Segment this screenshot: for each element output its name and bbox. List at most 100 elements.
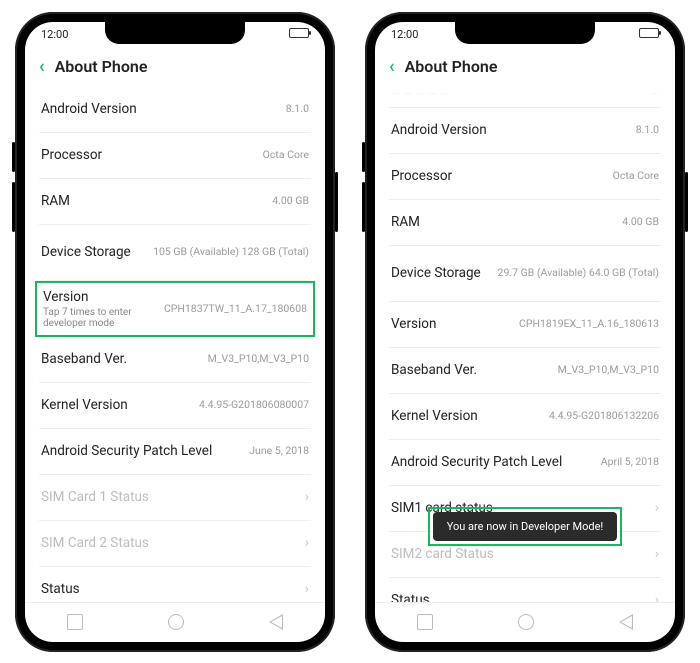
chevron-right-icon: ›	[649, 500, 659, 516]
chevron-right-icon: ›	[299, 535, 309, 551]
label: RAM	[41, 193, 70, 209]
label: SIM2 card Status	[391, 546, 494, 562]
phone-left: 12:00 ‹ About Phone Android Version 8.1.…	[15, 12, 335, 652]
value: 29.7 GB (Available) 64.0 GB (Total)	[498, 266, 659, 280]
header: ‹ About Phone	[25, 48, 325, 87]
row-status[interactable]: Status ›	[389, 578, 661, 602]
status-time: 12:00	[391, 28, 461, 41]
volume-up-button[interactable]	[12, 142, 15, 172]
label: Android Security Patch Level	[41, 443, 212, 459]
back-icon[interactable]: ‹	[389, 56, 395, 77]
label: Kernel Version	[391, 408, 478, 424]
value: 8.1.0	[636, 123, 659, 137]
status-battery	[239, 28, 309, 41]
label: Android Version	[391, 122, 487, 138]
label: Android Version	[41, 101, 137, 117]
value: 4.00 GB	[622, 215, 659, 229]
power-button[interactable]	[685, 172, 688, 232]
row-security-patch[interactable]: Android Security Patch Level April 5, 20…	[389, 440, 661, 486]
home-button[interactable]	[518, 614, 534, 630]
label: Processor	[391, 168, 452, 184]
sublabel: Tap 7 times to enter developer mode	[43, 307, 154, 329]
row-version-highlighted[interactable]: Version Tap 7 times to enter developer m…	[35, 281, 315, 337]
value: 105 GB (Available) 128 GB (Total)	[153, 245, 309, 259]
row-partial-top[interactable]: — — — — — —	[389, 87, 661, 108]
recents-button[interactable]	[417, 614, 433, 630]
value: 4.4.95-G201806132206	[549, 409, 659, 423]
header: ‹ About Phone	[375, 48, 675, 87]
chevron-right-icon: ›	[649, 592, 659, 602]
label: Version	[43, 289, 154, 305]
label: SIM Card 1 Status	[41, 489, 149, 505]
screen: 12:00 ‹ About Phone Android Version 8.1.…	[25, 22, 325, 642]
row-baseband[interactable]: Baseband Ver. M_V3_P10,M_V3_P10	[389, 348, 661, 394]
row-android-version[interactable]: Android Version 8.1.0	[39, 87, 311, 133]
label: Version	[391, 316, 436, 332]
nav-bar	[375, 602, 675, 642]
row-kernel[interactable]: Kernel Version 4.4.95-G201806132206	[389, 394, 661, 440]
row-processor[interactable]: Processor Octa Core	[389, 154, 661, 200]
row-sim2: SIM2 card Status ›	[389, 532, 661, 578]
row-version[interactable]: Version CPH1819EX_11_A.16_180613	[389, 302, 661, 348]
volume-up-button[interactable]	[362, 142, 365, 172]
back-button[interactable]	[619, 614, 633, 630]
back-button[interactable]	[269, 614, 283, 630]
home-button[interactable]	[168, 614, 184, 630]
row-sim1[interactable]: SIM1 card status ›	[389, 486, 661, 532]
notch	[105, 22, 245, 44]
label: Device Storage	[41, 244, 131, 260]
value: M_V3_P10,M_V3_P10	[208, 352, 309, 366]
screen: 12:00 ‹ About Phone — — — — — — Android …	[375, 22, 675, 642]
label: SIM Card 2 Status	[41, 535, 149, 551]
recents-button[interactable]	[67, 614, 83, 630]
chevron-right-icon: ›	[649, 546, 659, 562]
row-kernel[interactable]: Kernel Version 4.4.95-G201806080007	[39, 383, 311, 429]
value: Octa Core	[613, 169, 659, 183]
label: RAM	[391, 214, 420, 230]
notch	[455, 22, 595, 44]
value: 4.4.95-G201806080007	[199, 398, 309, 412]
row-android-version[interactable]: Android Version 8.1.0	[389, 108, 661, 154]
nav-bar	[25, 602, 325, 642]
row-device-storage[interactable]: Device Storage 105 GB (Available) 128 GB…	[39, 225, 311, 281]
volume-down-button[interactable]	[362, 182, 365, 232]
value: Octa Core	[263, 148, 309, 162]
value: 8.1.0	[286, 102, 309, 116]
chevron-right-icon: ›	[299, 581, 309, 597]
value: June 5, 2018	[249, 444, 309, 458]
row-baseband[interactable]: Baseband Ver. M_V3_P10,M_V3_P10	[39, 337, 311, 383]
row-status[interactable]: Status ›	[39, 567, 311, 602]
power-button[interactable]	[335, 172, 338, 232]
back-icon[interactable]: ‹	[39, 56, 45, 77]
row-ram[interactable]: RAM 4.00 GB	[39, 179, 311, 225]
label: Baseband Ver.	[41, 351, 127, 367]
label: Status	[391, 592, 430, 602]
value: April 5, 2018	[601, 455, 659, 469]
value: M_V3_P10,M_V3_P10	[558, 363, 659, 377]
page-title: About Phone	[55, 57, 148, 76]
label: — — — — —	[391, 87, 450, 101]
label: Processor	[41, 147, 102, 163]
status-time: 12:00	[41, 28, 111, 41]
page-title: About Phone	[405, 57, 498, 76]
row-processor[interactable]: Processor Octa Core	[39, 133, 311, 179]
label: Kernel Version	[41, 397, 128, 413]
value: CPH1819EX_11_A.16_180613	[519, 317, 659, 331]
row-sim2: SIM Card 2 Status ›	[39, 521, 311, 567]
value: —	[650, 87, 659, 101]
settings-list: — — — — — — Android Version 8.1.0 Proces…	[375, 87, 675, 602]
label: Baseband Ver.	[391, 362, 477, 378]
label: Status	[41, 581, 80, 597]
row-ram[interactable]: RAM 4.00 GB	[389, 200, 661, 246]
settings-list: Android Version 8.1.0 Processor Octa Cor…	[25, 87, 325, 602]
row-sim1: SIM Card 1 Status ›	[39, 475, 311, 521]
row-security-patch[interactable]: Android Security Patch Level June 5, 201…	[39, 429, 311, 475]
label: Device Storage	[391, 265, 481, 281]
row-device-storage[interactable]: Device Storage 29.7 GB (Available) 64.0 …	[389, 246, 661, 302]
phone-right: 12:00 ‹ About Phone — — — — — — Android …	[365, 12, 685, 652]
label: Android Security Patch Level	[391, 454, 562, 470]
label: SIM1 card status	[391, 500, 493, 516]
chevron-right-icon: ›	[299, 489, 309, 505]
value: CPH1837TW_11_A.17_180608	[164, 302, 307, 316]
volume-down-button[interactable]	[12, 182, 15, 232]
